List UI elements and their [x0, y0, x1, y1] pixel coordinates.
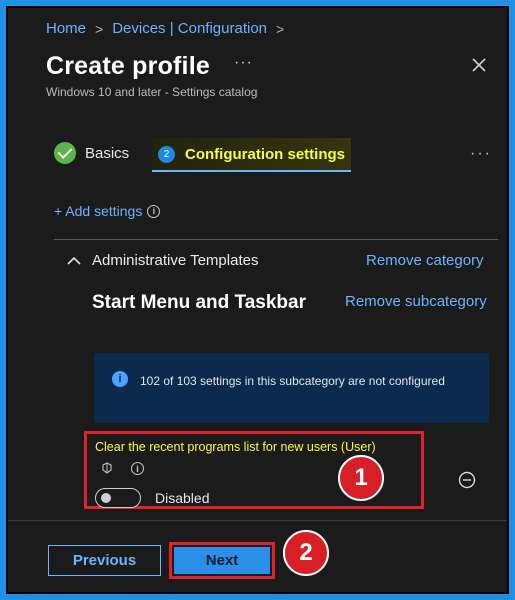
tab-basics[interactable]: Basics: [54, 142, 129, 164]
remove-category-link[interactable]: Remove category: [366, 252, 484, 269]
subcategory-title: Start Menu and Taskbar: [92, 292, 306, 313]
info-filled-icon: i: [112, 371, 128, 387]
tabs-more-icon[interactable]: ···: [470, 145, 492, 163]
step-number-badge: 2: [158, 145, 175, 163]
previous-button[interactable]: Previous: [48, 545, 161, 576]
info-icon[interactable]: i: [147, 204, 161, 218]
wizard-tabs: Basics 2 Configuration settings: [54, 138, 504, 174]
admx-policy-icon: [102, 462, 112, 474]
remove-subcategory-link[interactable]: Remove subcategory: [345, 293, 487, 310]
breadcrumb-devices[interactable]: Devices | Configuration: [112, 20, 267, 37]
close-icon[interactable]: [470, 56, 488, 74]
next-button[interactable]: Next: [174, 547, 270, 574]
annotation-marker-2: 2: [283, 530, 329, 576]
page-title: Create profile: [46, 52, 210, 80]
add-settings-link[interactable]: + Add settings i: [54, 203, 161, 219]
setting-toggle[interactable]: [95, 488, 141, 508]
next-button-highlight: Next: [169, 542, 275, 579]
toggle-state-label: Disabled: [155, 490, 210, 506]
setting-info-icon[interactable]: i: [131, 462, 144, 475]
tab-configuration-settings-label: Configuration settings: [185, 145, 345, 163]
chevron-up-icon[interactable]: [67, 256, 81, 266]
footer-divider: [8, 520, 507, 521]
create-profile-panel: Home > Devices | Configuration > Create …: [6, 6, 509, 594]
divider: [54, 239, 498, 240]
add-settings-label: + Add settings: [54, 203, 143, 219]
annotation-marker-1: 1: [338, 455, 384, 501]
setting-label: Clear the recent programs list for new u…: [95, 440, 376, 454]
tab-basics-label: Basics: [85, 144, 130, 162]
toggle-knob: [101, 493, 111, 503]
remove-circle-icon[interactable]: [458, 471, 476, 489]
info-banner: i 102 of 103 settings in this subcategor…: [94, 353, 489, 423]
breadcrumb: Home > Devices | Configuration >: [46, 20, 284, 37]
page-subtitle: Windows 10 and later - Settings catalog: [46, 85, 258, 99]
check-circle-icon: [54, 142, 76, 164]
breadcrumb-home[interactable]: Home: [46, 20, 86, 37]
info-banner-text: 102 of 103 settings in this subcategory …: [140, 374, 445, 388]
tab-configuration-settings[interactable]: 2 Configuration settings: [152, 138, 351, 172]
category-title: Administrative Templates: [92, 252, 259, 269]
chevron-right-icon: >: [95, 20, 104, 37]
chevron-right-icon: >: [276, 20, 285, 37]
more-options-icon[interactable]: ···: [234, 54, 253, 72]
